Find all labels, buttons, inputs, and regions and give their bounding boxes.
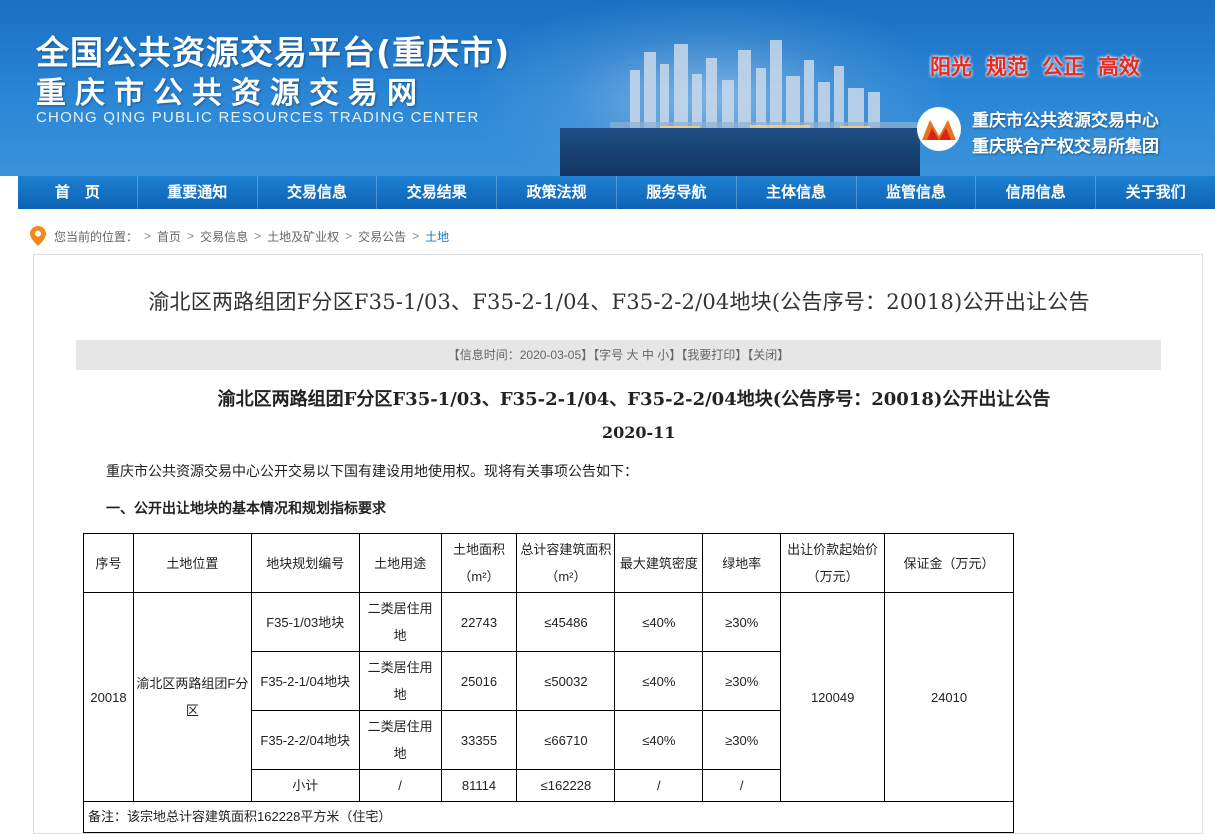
- chevron-right-icon: >: [254, 229, 262, 243]
- location-pin-icon: [30, 226, 46, 246]
- land-parcel-table: 序号 土地位置 地块规划编号 土地用途 土地面积（m²） 总计容建筑面积（m²）…: [83, 533, 1014, 833]
- city-skyline-image: [610, 40, 920, 132]
- density-cell: ≤40%: [614, 592, 704, 652]
- gfa-cell: ≤45486: [516, 592, 616, 652]
- location-cell: 渝北区两路组团F分区: [132, 592, 252, 802]
- slogan-word: 高效: [1098, 55, 1140, 79]
- table-header-cell: 序号: [83, 533, 134, 593]
- table-header-cell: 地块规划编号: [250, 533, 360, 593]
- org-logo-icon: [917, 107, 961, 151]
- gfa-cell: ≤66710: [516, 710, 616, 770]
- article-info-bar: 【信息时间：2020-03-05】【字号 大 中 小】【我要打印】【关闭】: [76, 340, 1161, 370]
- table-header-cell: 最大建筑密度: [614, 533, 704, 593]
- font-size-large-link[interactable]: 大: [626, 348, 638, 362]
- density-cell: ≤40%: [614, 710, 704, 770]
- nav-item-home[interactable]: 首 页: [18, 176, 138, 209]
- font-size-close: 】: [669, 348, 682, 362]
- green-cell: ≥30%: [702, 710, 782, 770]
- start-price-cell: 120049: [780, 592, 886, 802]
- chevron-right-icon: >: [412, 229, 420, 243]
- code-cell: F35-2-2/04地块: [250, 710, 360, 770]
- table-header-cell: 土地位置: [132, 533, 252, 593]
- table-header-cell: 保证金（万元）: [884, 533, 1014, 593]
- info-time: 2020-03-05: [519, 348, 582, 362]
- breadcrumb: 您当前的位置： > 首页 > 交易信息 > 土地及矿业权 > 交易公告 > 土地: [30, 226, 449, 246]
- area-cell: 22743: [440, 592, 518, 652]
- slogan: 阳光 规范 公正 高效: [930, 51, 1140, 81]
- table-header-cell: 总计容建筑面积（m²）: [516, 533, 616, 593]
- font-size-small-link[interactable]: 小: [657, 348, 669, 362]
- site-title-network: 重庆市公共资源交易网: [36, 76, 426, 111]
- site-banner: 全国公共资源交易平台(重庆市) 重庆市公共资源交易网 CHONG QING PU…: [0, 0, 1215, 176]
- font-size-medium-link[interactable]: 中: [642, 348, 654, 362]
- info-time-label: 【信息时间：: [447, 348, 520, 362]
- close-link[interactable]: 【关闭】: [747, 348, 789, 362]
- nav-item-trade-info[interactable]: 交易信息: [258, 176, 378, 209]
- table-header-cell: 土地面积（m²）: [440, 533, 518, 593]
- table-header-cell: 绿地率: [702, 533, 782, 593]
- area-cell: 33355: [440, 710, 518, 770]
- river-reflection: [560, 128, 920, 176]
- note-row: 备注：该宗地总计容建筑面积162228平方米（住宅）: [83, 801, 1014, 833]
- table-row: 20018 渝北区两路组团F分区 F35-1/03地块 二类居住用地 22743…: [83, 592, 1014, 802]
- nav-item-service-guide[interactable]: 服务导航: [617, 176, 737, 209]
- announcement-date: 2020-11: [602, 423, 676, 442]
- subtotal-density-cell: /: [614, 769, 704, 802]
- slogan-word: 规范: [986, 55, 1028, 79]
- subtotal-use-cell: /: [358, 769, 442, 802]
- table-header-cell: 出让价款起始价（万元）: [780, 533, 886, 593]
- breadcrumb-home[interactable]: 首页: [157, 228, 181, 245]
- deposit-cell: 24010: [884, 592, 1014, 802]
- gfa-cell: ≤50032: [516, 651, 616, 711]
- main-nav: 首 页 重要通知 交易信息 交易结果 政策法规 服务导航 主体信息 监管信息 信…: [18, 176, 1215, 209]
- section-heading: 一、公开出让地块的基本情况和规划指标要求: [106, 501, 386, 517]
- breadcrumb-current[interactable]: 土地: [425, 228, 449, 245]
- slogan-word: 公正: [1042, 55, 1084, 79]
- table-note: 备注：该宗地总计容建筑面积162228平方米（住宅）: [83, 801, 1014, 833]
- print-link[interactable]: 【我要打印】: [681, 348, 747, 362]
- info-time-close: 】: [581, 348, 594, 362]
- green-cell: ≥30%: [702, 651, 782, 711]
- subtotal-green-cell: /: [702, 769, 782, 802]
- nav-item-trade-results[interactable]: 交易结果: [377, 176, 498, 209]
- announcement-heading: 渝北区两路组团F分区F35-1/03、F35-2-1/04、F35-2-2/04…: [217, 389, 1051, 410]
- nav-item-policy[interactable]: 政策法规: [497, 176, 617, 209]
- use-cell: 二类居住用地: [358, 651, 442, 711]
- subtotal-label-cell: 小计: [250, 769, 360, 802]
- site-title-english: CHONG QING PUBLIC RESOURCES TRADING CENT…: [36, 109, 480, 126]
- subtotal-gfa-cell: ≤162228: [516, 769, 616, 802]
- use-cell: 二类居住用地: [358, 710, 442, 770]
- chevron-right-icon: >: [187, 229, 195, 243]
- nav-item-notices[interactable]: 重要通知: [138, 176, 258, 209]
- use-cell: 二类居住用地: [358, 592, 442, 652]
- article-title: 渝北区两路组团F分区F35-1/03、F35-2-1/04、F35-2-2/04…: [148, 290, 1090, 314]
- green-cell: ≥30%: [702, 592, 782, 652]
- breadcrumb-prefix: 您当前的位置：: [54, 229, 139, 244]
- article-container: 渝北区两路组团F分区F35-1/03、F35-2-1/04、F35-2-2/04…: [33, 254, 1203, 834]
- chevron-right-icon: >: [144, 229, 152, 243]
- serial-cell: 20018: [83, 592, 134, 802]
- density-cell: ≤40%: [614, 651, 704, 711]
- nav-item-entity-info[interactable]: 主体信息: [737, 176, 857, 209]
- code-cell: F35-1/03地块: [250, 592, 360, 652]
- area-cell: 25016: [440, 651, 518, 711]
- code-cell: F35-2-1/04地块: [250, 651, 360, 711]
- site-title-platform: 全国公共资源交易平台(重庆市): [36, 33, 511, 72]
- nav-item-credit[interactable]: 信用信息: [976, 176, 1097, 209]
- org-name-center: 重庆市公共资源交易中心: [972, 111, 1159, 131]
- nav-item-supervision[interactable]: 监管信息: [857, 176, 977, 209]
- slogan-word: 阳光: [930, 55, 972, 79]
- chevron-right-icon: >: [345, 229, 353, 243]
- breadcrumb-announcements[interactable]: 交易公告: [358, 228, 406, 245]
- font-size-label: 【字号: [593, 348, 627, 362]
- breadcrumb-land-mineral[interactable]: 土地及矿业权: [267, 228, 339, 245]
- nav-item-about[interactable]: 关于我们: [1096, 176, 1215, 209]
- subtotal-area-cell: 81114: [440, 769, 518, 802]
- table-header-row: 序号 土地位置 地块规划编号 土地用途 土地面积（m²） 总计容建筑面积（m²）…: [83, 533, 1014, 593]
- org-name-group: 重庆联合产权交易所集团: [972, 137, 1159, 157]
- breadcrumb-trade-info[interactable]: 交易信息: [200, 228, 248, 245]
- announcement-intro: 重庆市公共资源交易中心公开交易以下国有建设用地使用权。现将有关事项公告如下：: [106, 463, 638, 479]
- table-header-cell: 土地用途: [358, 533, 442, 593]
